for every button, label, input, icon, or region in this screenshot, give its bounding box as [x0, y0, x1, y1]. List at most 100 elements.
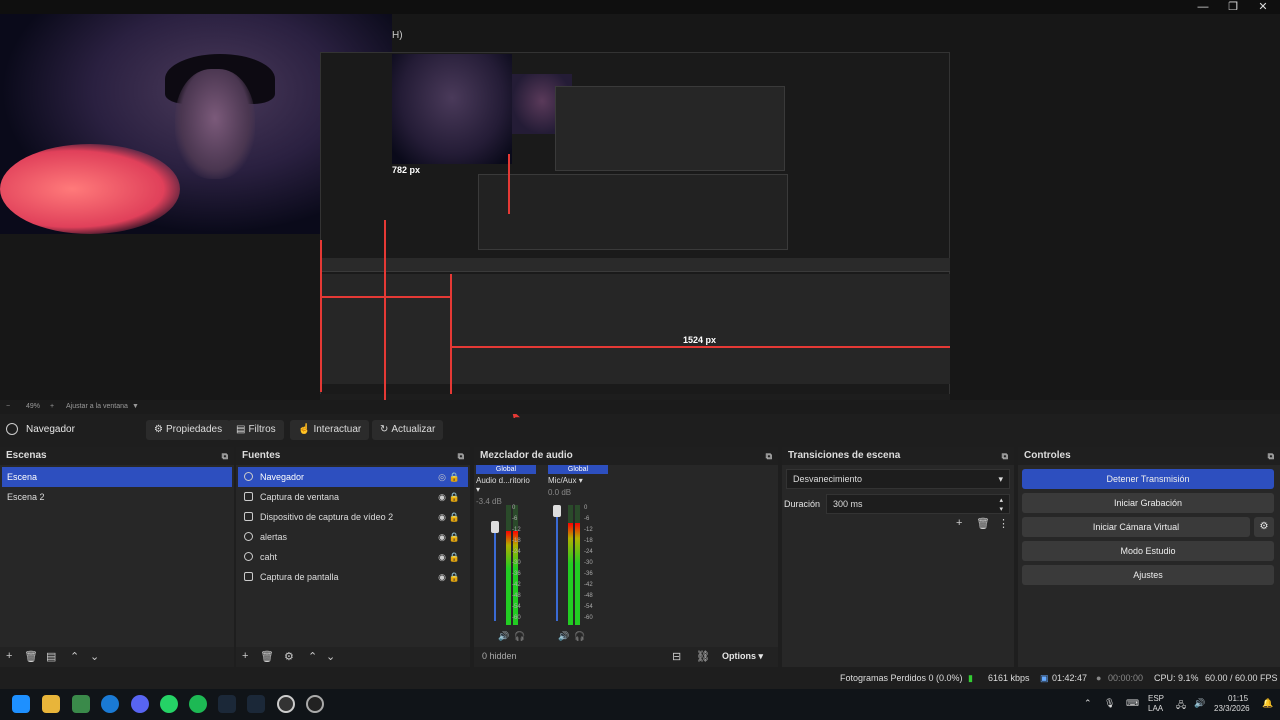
volume-handle[interactable]	[491, 521, 499, 533]
channel-name[interactable]: Audio d...ritorio ▾	[476, 476, 536, 494]
zoom-mode[interactable]: Ajustar a la ventana	[66, 403, 128, 410]
eye-icon[interactable]: ◉	[438, 487, 446, 507]
edge-icon[interactable]	[101, 695, 119, 713]
volume-handle[interactable]	[553, 505, 561, 517]
source-item[interactable]: Captura de ventana ◉ 🔒	[238, 487, 468, 507]
chevron-down-icon[interactable]: ⌄	[326, 650, 335, 663]
source-item[interactable]: Dispositivo de captura de vídeo 2 ◉ 🔒	[238, 507, 468, 527]
settings-button[interactable]: Ajustes	[1022, 565, 1274, 585]
start-recording-button[interactable]: Iniciar Grabación	[1022, 493, 1274, 513]
folder-icon[interactable]	[42, 695, 60, 713]
windows-start-icon[interactable]	[12, 695, 30, 713]
chevron-down-icon[interactable]: ▼	[132, 403, 139, 410]
eye-icon[interactable]: ◉	[438, 547, 446, 567]
language[interactable]: ESP	[1148, 694, 1164, 703]
source-item[interactable]: Captura de pantalla ◉ 🔒	[238, 567, 468, 587]
scene-item[interactable]: Escena 2	[2, 487, 232, 507]
gear-icon[interactable]: ⚙	[284, 650, 294, 663]
undock-icon[interactable]: ⧉	[458, 447, 464, 465]
headphones-icon[interactable]: 🎧	[514, 631, 525, 642]
filter-icon[interactable]: ▤	[46, 650, 56, 663]
speaker-icon[interactable]: 🔊	[498, 631, 509, 642]
trash-icon[interactable]: 🗑	[976, 517, 990, 530]
studio-mode-button[interactable]: Modo Estudio	[1022, 541, 1274, 561]
zoom-out-icon[interactable]: −	[6, 403, 10, 410]
volume-slider[interactable]	[556, 513, 558, 621]
lock-icon[interactable]: 🔒	[449, 547, 460, 567]
lock-icon[interactable]: 🔒	[449, 507, 460, 527]
minimize-button[interactable]: —	[1188, 0, 1218, 14]
speaker-icon[interactable]: 🔊	[558, 631, 569, 642]
lock-icon[interactable]: 🔒	[449, 467, 460, 487]
chevron-down-icon[interactable]: ⌄	[90, 650, 99, 663]
microphone-icon[interactable]: 🎙	[1104, 698, 1115, 709]
transition-select[interactable]: Desvanecimiento ▾	[786, 469, 1010, 489]
chevron-up-icon[interactable]: ⌃	[70, 650, 79, 663]
eye-icon[interactable]: ◉	[438, 567, 446, 587]
language-layout[interactable]: LAA	[1148, 704, 1163, 713]
stop-streaming-button[interactable]: Detener Transmisión	[1022, 469, 1274, 489]
network-icon[interactable]: 🖧	[1176, 698, 1186, 714]
trash-icon[interactable]: 🗑	[24, 650, 38, 663]
options-button[interactable]: Options ▾	[722, 651, 763, 662]
more-icon[interactable]: ⋮	[998, 517, 1009, 530]
transitions-title-text: Transiciones de escena	[788, 450, 901, 461]
record-icon: ●	[1096, 673, 1102, 683]
refresh-button[interactable]: ↻ Actualizar	[372, 420, 444, 440]
chevron-down-icon[interactable]: ▾	[579, 476, 583, 485]
keyboard-icon[interactable]: ⌨	[1126, 698, 1139, 709]
stepper-icon[interactable]: ▴ ▾	[999, 496, 1003, 514]
volume-slider[interactable]	[494, 521, 496, 621]
source-item[interactable]: caht ◉ 🔒	[238, 547, 468, 567]
eye-icon[interactable]: ◉	[438, 507, 446, 527]
lock-icon[interactable]: 🔒	[449, 527, 460, 547]
eye-icon[interactable]: ◉	[438, 527, 446, 547]
obs-icon[interactable]	[277, 695, 295, 713]
chevron-up-icon[interactable]: ⌃	[1084, 698, 1092, 709]
size-label-width: 1524 px	[683, 335, 717, 345]
app-icon[interactable]	[306, 695, 324, 713]
whatsapp-icon[interactable]	[160, 695, 178, 713]
filters-button[interactable]: ▤ Filtros	[228, 420, 284, 440]
start-virtual-camera-button[interactable]: Iniciar Cámara Virtual	[1022, 517, 1250, 537]
chevron-down-icon[interactable]: ▾	[476, 485, 480, 494]
preview-canvas[interactable]: H) 782 px 1524 px	[0, 14, 1280, 410]
source-item[interactable]: alertas ◉ 🔒	[238, 527, 468, 547]
maximize-button[interactable]: ❐	[1218, 0, 1248, 14]
spotify-icon[interactable]	[189, 695, 207, 713]
eye-off-icon[interactable]: ◎	[438, 467, 446, 487]
lock-icon[interactable]: 🔒	[449, 487, 460, 507]
gear-icon[interactable]: ⚙	[1254, 517, 1274, 537]
properties-button[interactable]: ⚙ Propiedades	[146, 420, 231, 440]
close-button[interactable]: ✕	[1248, 0, 1278, 14]
add-icon[interactable]: +	[242, 650, 248, 662]
source-item[interactable]: Navegador ◎ 🔒	[238, 467, 468, 487]
steam-icon[interactable]	[247, 695, 265, 713]
notification-icon[interactable]: 🔔	[1262, 698, 1273, 709]
layout-icon[interactable]: ⊟	[672, 650, 681, 663]
headphones-icon[interactable]: 🎧	[574, 631, 585, 642]
db-tick-label: -24	[584, 549, 593, 555]
undock-icon[interactable]: ⧉	[222, 447, 228, 465]
zoom-in-icon[interactable]: +	[50, 403, 54, 410]
steam-icon[interactable]	[218, 695, 236, 713]
app-icon[interactable]	[72, 695, 90, 713]
discord-icon[interactable]	[131, 695, 149, 713]
chevron-up-icon[interactable]: ⌃	[308, 650, 317, 663]
clock-date[interactable]: 23/3/2026	[1214, 704, 1250, 713]
undock-icon[interactable]: ⧉	[1002, 447, 1008, 465]
duration-input[interactable]: 300 ms ▴ ▾	[826, 494, 1010, 514]
guide-line-v4	[320, 240, 322, 392]
link-icon[interactable]: ⛓	[696, 650, 710, 663]
lock-icon[interactable]: 🔒	[449, 567, 460, 587]
volume-icon[interactable]: 🔊	[1194, 698, 1205, 709]
interact-button[interactable]: ☝ Interactuar	[290, 420, 370, 440]
clock-time[interactable]: 01:15	[1228, 694, 1248, 703]
undock-icon[interactable]: ⧉	[1268, 447, 1274, 465]
channel-name[interactable]: Mic/Aux ▾	[548, 476, 608, 485]
trash-icon[interactable]: 🗑	[260, 650, 274, 663]
add-icon[interactable]: +	[956, 517, 962, 529]
add-icon[interactable]: +	[6, 650, 12, 662]
undock-icon[interactable]: ⧉	[766, 447, 772, 465]
scene-item[interactable]: Escena	[2, 467, 232, 487]
